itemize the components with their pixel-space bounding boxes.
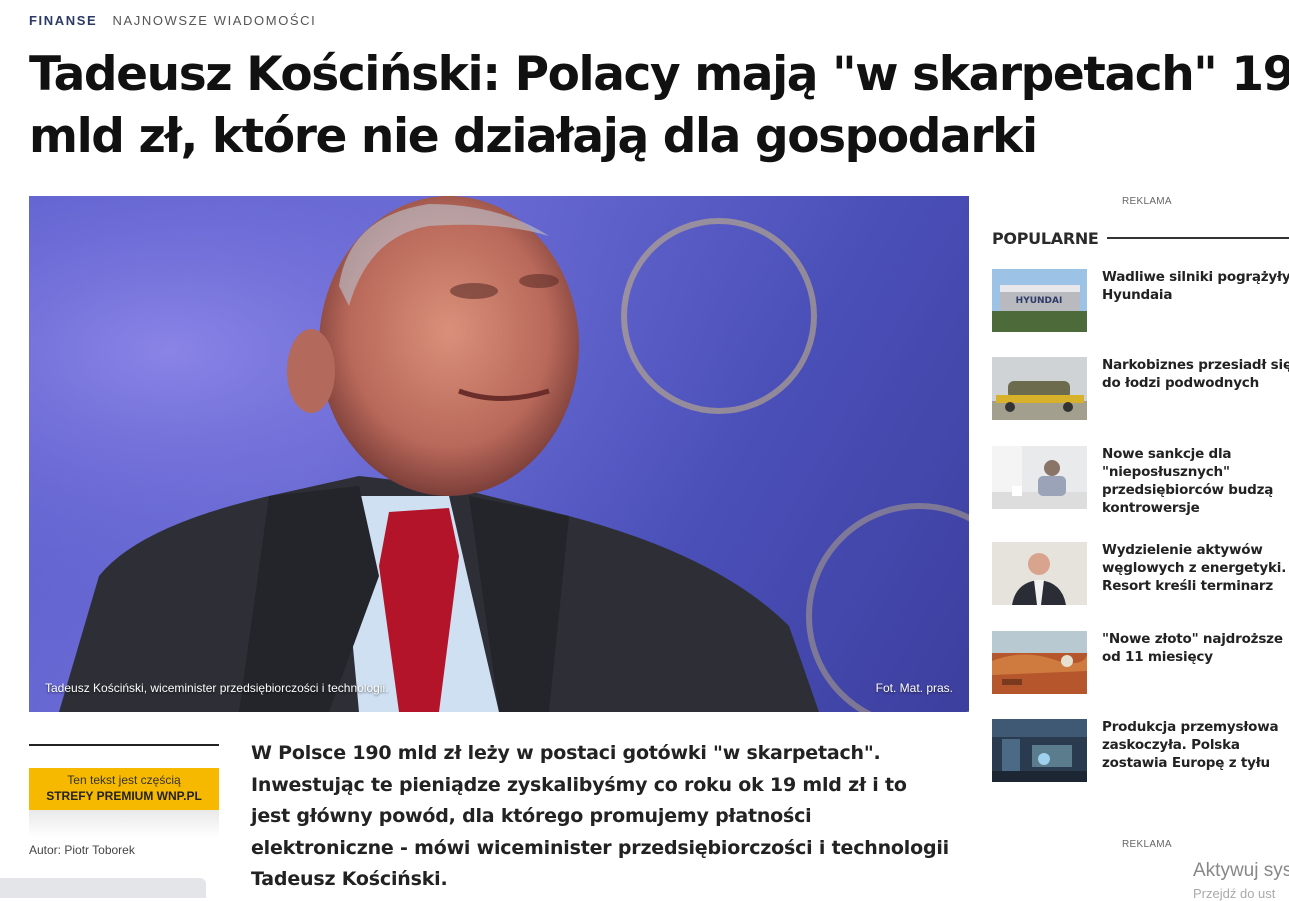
windows-activation-watermark-sub: Przejdź do ust [1193,886,1276,901]
popular-item-6[interactable]: Produkcja przemysłowa zaskoczyła. Polska… [992,719,1289,783]
popular-item-title[interactable]: Narkobiznes przesiadł się do łodzi podwo… [1102,356,1289,392]
hyundai-logo-text: HYUNDAI [1016,296,1063,306]
popular-item-thumbnail[interactable] [992,357,1087,420]
popular-item-4[interactable]: Wydzielenie aktywów węglowych z energety… [992,542,1289,606]
hero-image: Tadeusz Kościński, wiceminister przedsię… [29,196,969,712]
article-title-line-2: mld zł, które nie działają dla gospodark… [29,109,1038,164]
breadcrumb-subsection-link[interactable]: NAJNOWSZE WIADOMOŚCI [112,13,316,28]
popular-item-title[interactable]: Wadliwe silniki pogrążyły Hyundaia [1102,268,1289,304]
article-author: Autor: Piotr Toborek [29,843,135,857]
article-lead: W Polsce 190 mld zł leży w postaci gotów… [251,742,949,890]
popular-item-1[interactable]: HYUNDAI Wadliwe silniki pogrążyły Hyunda… [992,269,1289,333]
popular-item-title[interactable]: Produkcja przemysłowa zaskoczyła. Polska… [1102,718,1289,772]
divider [29,744,219,746]
ad-label-bottom: REKLAMA [1122,839,1172,850]
breadcrumb-section-link[interactable]: FINANSE [29,13,97,28]
popular-item-2[interactable]: Narkobiznes przesiadł się do łodzi podwo… [992,357,1289,421]
article-title: Tadeusz Kościński: Polacy mają "w skarpe… [29,44,1289,168]
popular-heading-text: POPULARNE [992,228,1099,248]
premium-badge-text: Ten tekst jest częścią [67,773,181,787]
popular-item-title[interactable]: Wydzielenie aktywów węglowych z energety… [1102,541,1289,595]
popular-item-title[interactable]: Nowe sankcje dla "nieposłusznych" przeds… [1102,445,1289,517]
popular-item-5[interactable]: "Nowe złoto" najdroższe od 11 miesięcy [992,631,1289,695]
article-title-line-1: Tadeusz Kościński: Polacy mają "w skarpe… [29,47,1289,102]
windows-activation-watermark: Aktywuj sys [1193,860,1289,881]
popular-item-thumbnail[interactable] [992,542,1087,605]
hero-caption: Tadeusz Kościński, wiceminister przedsię… [45,681,389,695]
popular-item-thumbnail[interactable]: HYUNDAI [992,269,1087,332]
premium-badge-brand: STREFY PREMIUM WNP.PL [46,789,202,803]
premium-badge[interactable]: Ten tekst jest częścią STREFY PREMIUM WN… [29,768,219,810]
popular-item-thumbnail[interactable] [992,631,1087,694]
popular-item-thumbnail[interactable] [992,719,1087,782]
hero-photo-credit: Fot. Mat. pras. [875,681,953,695]
popular-item-3[interactable]: Nowe sankcje dla "nieposłusznych" przeds… [992,446,1289,516]
popular-item-title[interactable]: "Nowe złoto" najdroższe od 11 miesięcy [1102,630,1289,666]
breadcrumb: FINANSE NAJNOWSZE WIADOMOŚCI [29,13,316,28]
ad-label-top: REKLAMA [1122,196,1172,207]
popular-item-thumbnail[interactable] [992,446,1087,509]
floating-bottom-bar[interactable] [0,878,206,898]
popular-heading: POPULARNE [992,228,1289,248]
popular-heading-rule [1106,237,1289,239]
hero-photo-illustration [29,196,969,712]
premium-badge-shadow [29,810,219,838]
